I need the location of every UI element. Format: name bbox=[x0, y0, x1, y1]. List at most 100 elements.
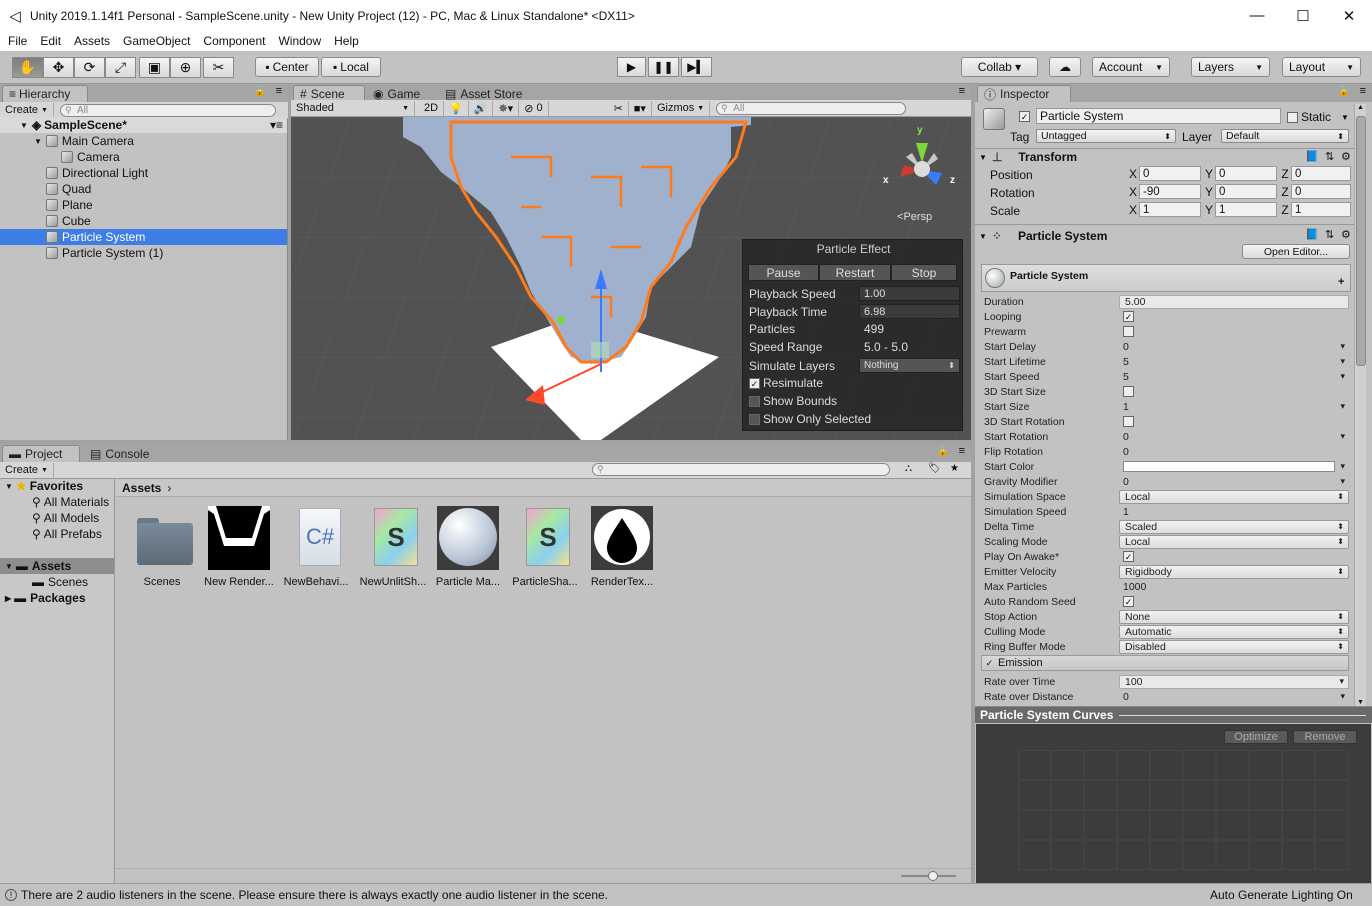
inspector-scrollbar[interactable]: ▲ ▼ bbox=[1354, 104, 1366, 706]
ps-prop-start-rotation[interactable]: Start Rotation 0 ▾ bbox=[983, 429, 1349, 444]
property-checkbox[interactable]: ✓ bbox=[1119, 310, 1349, 324]
checkbox[interactable] bbox=[749, 413, 760, 425]
ps-prop-duration[interactable]: Duration 5.00 bbox=[983, 294, 1349, 309]
hierarchy-item-particle-system-1[interactable]: Particle System (1) bbox=[0, 245, 287, 261]
curve-mode-arrow-icon[interactable]: ▾ bbox=[1340, 431, 1345, 442]
scene-menu-icon[interactable]: ▾≡ bbox=[270, 118, 283, 132]
curve-mode-arrow-icon[interactable]: ▾ bbox=[1340, 371, 1345, 382]
move-tool-icon[interactable]: ✥ bbox=[43, 57, 74, 78]
ps-prop-simulation-speed[interactable]: Simulation Speed 1 bbox=[983, 504, 1349, 519]
curve-mode-arrow-icon[interactable]: ▾ bbox=[1340, 476, 1345, 487]
hidden-objects-icon[interactable]: ⊘ 0 bbox=[519, 100, 549, 116]
playback-time-field[interactable]: 6.98 bbox=[859, 304, 960, 319]
checkbox[interactable] bbox=[1123, 386, 1134, 397]
property-dropdown[interactable]: Local ⬍ bbox=[1119, 489, 1349, 504]
gear-icon[interactable]: ⚙ bbox=[1341, 150, 1351, 163]
ps-prop-start-lifetime[interactable]: Start Lifetime 5 ▾ bbox=[983, 354, 1349, 369]
property-value[interactable]: 0 bbox=[1119, 445, 1349, 459]
open-editor-button[interactable]: Open Editor... bbox=[1242, 244, 1350, 259]
checkbox-checked[interactable]: ✓ bbox=[984, 658, 995, 669]
status-message[interactable]: There are 2 audio listeners in the scene… bbox=[21, 888, 608, 902]
position-z[interactable]: Z0 bbox=[1279, 166, 1351, 181]
active-checkbox[interactable]: ✓ bbox=[1019, 111, 1030, 122]
tab-inspector[interactable]: ⓘ Inspector bbox=[977, 85, 1071, 102]
custom-tool-icon[interactable]: ✂ bbox=[203, 57, 234, 78]
property-checkbox[interactable]: ✓ bbox=[1119, 550, 1349, 564]
property-dropdown[interactable]: Automatic ⬍ bbox=[1119, 624, 1349, 639]
lock-icon[interactable]: 🔒 bbox=[937, 446, 949, 457]
favorites-header[interactable]: ▼ ★ Favorites bbox=[5, 479, 83, 493]
property-value[interactable]: 0 ▾ bbox=[1119, 690, 1349, 704]
emission-module-header[interactable]: ✓ Emission bbox=[981, 655, 1349, 671]
asset-scenes[interactable]: Scenes bbox=[124, 506, 200, 588]
scenes-folder-row[interactable]: ▬ Scenes bbox=[32, 575, 88, 589]
favorite-all-materials[interactable]: ⚲ All Materials bbox=[32, 495, 109, 509]
step-button[interactable]: ▶▍ bbox=[681, 57, 712, 77]
property-value[interactable]: 5 ▾ bbox=[1119, 370, 1349, 384]
property-value[interactable]: 1 bbox=[1119, 505, 1349, 519]
checkbox[interactable] bbox=[1123, 416, 1134, 427]
ps-prop-start-color[interactable]: Start Color ▾ bbox=[983, 459, 1349, 474]
hierarchy-item-quad[interactable]: Quad bbox=[0, 181, 287, 197]
curve-mode-arrow-icon[interactable]: ▾ bbox=[1340, 356, 1345, 367]
scrollbar-thumb[interactable] bbox=[1356, 116, 1366, 366]
hand-tool-icon[interactable]: ✋ bbox=[12, 57, 43, 78]
camera-settings-icon[interactable]: ■▾ bbox=[629, 100, 652, 116]
ps-prop-3d-start-rotation[interactable]: 3D Start Rotation bbox=[983, 414, 1349, 429]
scene-root-row[interactable]: ▼ ◈ SampleScene* ▾≡ bbox=[0, 117, 287, 133]
breadcrumb-assets[interactable]: Assets bbox=[122, 481, 161, 495]
close-button[interactable]: ✕ bbox=[1326, 0, 1372, 31]
checkbox-checked[interactable]: ✓ bbox=[749, 377, 760, 389]
filter-label-icon[interactable]: 🏷 bbox=[928, 463, 941, 474]
menu-edit[interactable]: Edit bbox=[40, 34, 61, 48]
layout-dropdown[interactable]: Layout ▼ bbox=[1282, 57, 1361, 77]
favorite-all-prefabs[interactable]: ⚲ All Prefabs bbox=[32, 527, 102, 541]
scale-y[interactable]: Y1 bbox=[1203, 202, 1277, 217]
favorite-all-models[interactable]: ⚲ All Models bbox=[32, 511, 99, 525]
show-only-selected-toggle[interactable]: Show Only Selected bbox=[749, 412, 871, 426]
ps-prop-simulation-space[interactable]: Simulation Space Local ⬍ bbox=[983, 489, 1349, 504]
hierarchy-item-cube[interactable]: Cube bbox=[0, 213, 287, 229]
rect-tool-icon[interactable]: ▣ bbox=[139, 57, 170, 78]
scale-tool-icon[interactable]: ⤢ bbox=[105, 57, 136, 78]
simulate-layers-dropdown[interactable]: Nothing ⬍ bbox=[859, 358, 960, 373]
restart-effect-button[interactable]: Restart bbox=[819, 264, 891, 281]
scale-z[interactable]: Z1 bbox=[1279, 202, 1351, 217]
checkbox[interactable] bbox=[749, 395, 760, 407]
hierarchy-item-camera[interactable]: Camera bbox=[0, 149, 287, 165]
preset-icon[interactable]: ⇅ bbox=[1325, 228, 1334, 241]
asset-new-unlit-shader[interactable]: S NewUnlitSh... bbox=[355, 506, 431, 588]
pivot-center-button[interactable]: ▪ Center bbox=[255, 57, 319, 77]
play-button[interactable]: ▶ bbox=[617, 57, 646, 77]
panel-menu-icon[interactable]: ≡ bbox=[959, 445, 965, 457]
projection-label[interactable]: <Persp bbox=[897, 211, 932, 223]
ps-prop-flip-rotation[interactable]: Flip Rotation 0 bbox=[983, 444, 1349, 459]
pivot-local-button[interactable]: ▪ Local bbox=[321, 57, 381, 77]
shading-mode-dropdown[interactable]: Shaded ▼ bbox=[291, 100, 415, 116]
cloud-button[interactable]: ☁ bbox=[1049, 57, 1081, 77]
ps-prop-delta-time[interactable]: Delta Time Scaled ⬍ bbox=[983, 519, 1349, 534]
ps-prop-prewarm[interactable]: Prewarm bbox=[983, 324, 1349, 339]
rotate-tool-icon[interactable]: ⟳ bbox=[74, 57, 105, 78]
layers-dropdown[interactable]: Layers ▼ bbox=[1191, 57, 1270, 77]
color-field[interactable]: ▾ bbox=[1119, 460, 1349, 474]
orientation-gizmo[interactable]: y x z bbox=[876, 125, 956, 200]
tab-console[interactable]: ▤ Console bbox=[84, 445, 157, 462]
ps-prop-start-speed[interactable]: Start Speed 5 ▾ bbox=[983, 369, 1349, 384]
audio-toggle-icon[interactable]: 🔊 bbox=[469, 100, 494, 116]
rotation-x[interactable]: X -90 bbox=[1127, 184, 1201, 199]
color-swatch[interactable] bbox=[1123, 461, 1335, 472]
ps-prop-max-particles[interactable]: Max Particles 1000 bbox=[983, 579, 1349, 594]
menu-assets[interactable]: Assets bbox=[74, 34, 110, 48]
property-value[interactable]: 0 ▾ bbox=[1119, 475, 1349, 489]
curve-mode-arrow-icon[interactable]: ▾ bbox=[1340, 401, 1345, 412]
asset-render-texture[interactable]: RenderTex... bbox=[584, 506, 660, 588]
property-value[interactable]: 5.00 bbox=[1119, 294, 1349, 309]
asset-new-render-texture[interactable]: New Render... bbox=[201, 506, 277, 588]
show-bounds-toggle[interactable]: Show Bounds bbox=[749, 394, 837, 408]
position-y[interactable]: Y0 bbox=[1203, 166, 1277, 181]
favorite-star-icon[interactable]: ★ bbox=[950, 463, 959, 474]
hierarchy-item-particle-system[interactable]: Particle System bbox=[0, 229, 287, 245]
packages-folder-row[interactable]: ▶ ▬ Packages bbox=[5, 591, 86, 605]
emission-prop-rate-over-distance[interactable]: Rate over Distance 0 ▾ bbox=[983, 689, 1349, 704]
